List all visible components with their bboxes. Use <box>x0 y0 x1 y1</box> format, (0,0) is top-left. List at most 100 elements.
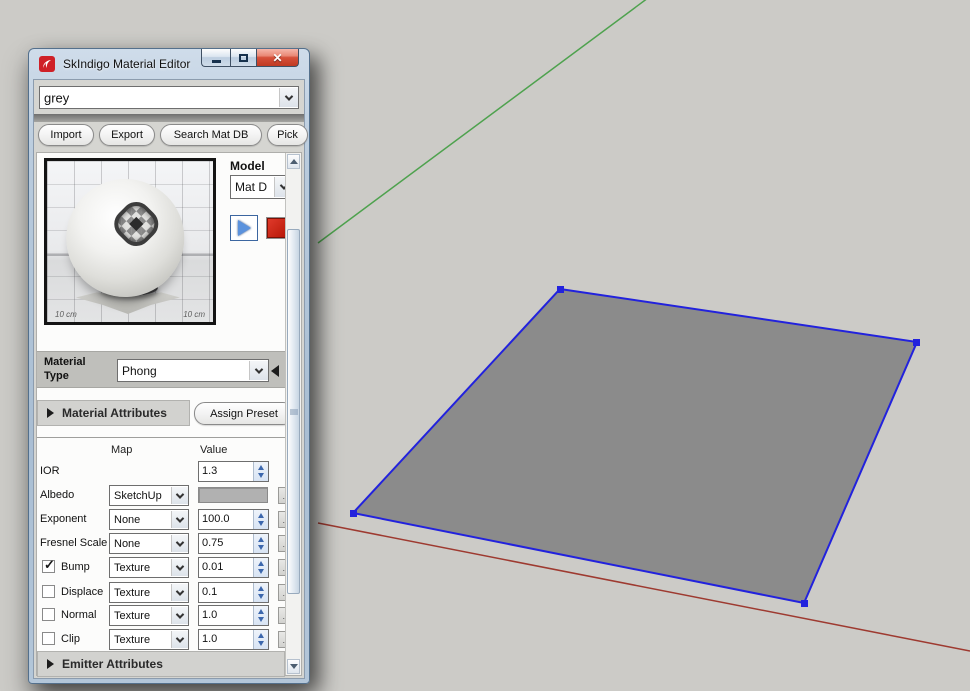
chevron-down-icon <box>176 490 184 498</box>
row-label: Fresnel Scale <box>40 537 107 549</box>
bump-checkbox[interactable]: ✓ <box>42 560 55 573</box>
close-button[interactable]: ✕ <box>257 49 299 67</box>
chevron-down-icon <box>176 634 184 642</box>
table-row-ior: IOR 1.3 <box>37 461 285 483</box>
spin-up-icon <box>258 465 264 470</box>
maximize-icon <box>239 54 248 62</box>
check-icon: ✓ <box>44 557 55 573</box>
material-preview-image: 10 cm 10 cm <box>44 158 216 325</box>
normal-value-field[interactable]: 1.0 <box>198 605 269 626</box>
displace-value-field[interactable]: 0.1 <box>198 582 269 603</box>
spin-down-icon <box>258 641 264 646</box>
scrollbar-grip-icon <box>290 408 298 415</box>
material-name-select[interactable]: grey <box>39 86 299 109</box>
bump-value-field[interactable]: 0.01 <box>198 557 269 578</box>
spin-up-icon <box>258 561 264 566</box>
combo-dropdown-button[interactable] <box>171 607 188 624</box>
spin-up-icon <box>258 513 264 518</box>
panel-scrollbar[interactable] <box>285 153 301 675</box>
separator-band <box>34 114 304 122</box>
preview-checker-cutout <box>108 196 165 253</box>
collapse-left-icon[interactable] <box>271 365 279 377</box>
arrow-down-icon <box>290 664 298 669</box>
preview-cutout-center <box>129 217 143 231</box>
spinner-control[interactable] <box>253 510 268 529</box>
material-type-select[interactable]: Phong <box>117 359 269 382</box>
scroll-up-button[interactable] <box>287 154 300 169</box>
minimize-icon <box>212 60 221 63</box>
render-play-button[interactable] <box>230 215 258 241</box>
table-row-fresnel-scale: Fresnel Scale None 0.75 .. <box>37 533 285 555</box>
combo-dropdown-button[interactable] <box>171 487 188 504</box>
material-name-value: grey <box>44 90 69 105</box>
combo-dropdown-button[interactable] <box>249 361 268 380</box>
combo-dropdown-button[interactable] <box>279 88 298 107</box>
spinner-control[interactable] <box>253 606 268 625</box>
toolbar: Import Export Search Mat DB Pick <box>34 124 304 150</box>
spinner-control[interactable] <box>253 558 268 577</box>
clip-checkbox[interactable] <box>42 632 55 645</box>
chevron-down-icon <box>176 514 184 522</box>
clip-map-select[interactable]: Texture <box>109 629 189 650</box>
spin-up-icon <box>258 609 264 614</box>
spinner-control[interactable] <box>253 630 268 649</box>
displace-map-select[interactable]: Texture <box>109 582 189 603</box>
field-value: 0.01 <box>202 561 223 573</box>
map-select-value: None <box>114 538 140 550</box>
spin-up-icon <box>258 586 264 591</box>
pick-button[interactable]: Pick <box>267 124 308 146</box>
table-row-bump: ✓ Bump Texture 0.01 .. <box>37 557 285 579</box>
spinner-control[interactable] <box>253 462 268 481</box>
albedo-color-swatch[interactable] <box>198 487 268 503</box>
close-icon: ✕ <box>272 52 282 64</box>
minimize-button[interactable] <box>201 49 230 67</box>
scroll-down-button[interactable] <box>287 659 300 674</box>
search-mat-db-button[interactable]: Search Mat DB <box>160 124 262 146</box>
combo-dropdown-button[interactable] <box>171 584 188 601</box>
expand-right-icon <box>47 408 54 418</box>
fresnel-value-field[interactable]: 0.75 <box>198 533 269 554</box>
displace-checkbox[interactable] <box>42 585 55 598</box>
exponent-map-select[interactable]: None <box>109 509 189 530</box>
export-button[interactable]: Export <box>99 124 155 146</box>
fresnel-map-select[interactable]: None <box>109 533 189 554</box>
value-column-header: Value <box>200 444 227 456</box>
combo-dropdown-button[interactable] <box>171 559 188 576</box>
map-select-value: Texture <box>114 634 150 646</box>
expand-right-icon <box>47 659 54 669</box>
spinner-control[interactable] <box>253 534 268 553</box>
spin-down-icon <box>258 473 264 478</box>
bump-map-select[interactable]: Texture <box>109 557 189 578</box>
preview-scale-left: 10 cm <box>55 310 77 319</box>
normal-map-select[interactable]: Texture <box>109 605 189 626</box>
emitter-attributes-header[interactable]: Emitter Attributes <box>37 651 285 677</box>
clip-value-field[interactable]: 1.0 <box>198 629 269 650</box>
map-select-value: Texture <box>114 562 150 574</box>
combo-dropdown-button[interactable] <box>171 535 188 552</box>
titlebar[interactable]: SkIndigo Material Editor ✕ <box>33 49 305 79</box>
table-row-clip: Clip Texture 1.0 .. <box>37 629 285 651</box>
combo-dropdown-button[interactable] <box>171 631 188 648</box>
spinner-control[interactable] <box>253 583 268 602</box>
assign-preset-button[interactable]: Assign Preset <box>194 402 294 425</box>
albedo-map-select[interactable]: SketchUp <box>109 485 189 506</box>
field-value: 1.0 <box>202 633 217 645</box>
field-value: 100.0 <box>202 513 230 525</box>
ior-value-field[interactable]: 1.3 <box>198 461 269 482</box>
maximize-button[interactable] <box>230 49 257 67</box>
scrollbar-thumb[interactable] <box>287 229 300 594</box>
combo-dropdown-button[interactable] <box>171 511 188 528</box>
spin-down-icon <box>258 617 264 622</box>
skindigo-material-editor-window: SkIndigo Material Editor ✕ grey Import E… <box>28 48 310 684</box>
material-type-value: Phong <box>122 364 157 378</box>
import-button[interactable]: Import <box>38 124 94 146</box>
field-value: 0.75 <box>202 537 223 549</box>
skindigo-app-icon <box>39 56 55 72</box>
material-attributes-header[interactable]: Material Attributes <box>37 400 190 426</box>
divider <box>37 437 285 438</box>
selected-face[interactable] <box>353 289 917 603</box>
exponent-value-field[interactable]: 100.0 <box>198 509 269 530</box>
chevron-down-icon <box>176 562 184 570</box>
table-row-normal: Normal Texture 1.0 .. <box>37 605 285 627</box>
normal-checkbox[interactable] <box>42 608 55 621</box>
